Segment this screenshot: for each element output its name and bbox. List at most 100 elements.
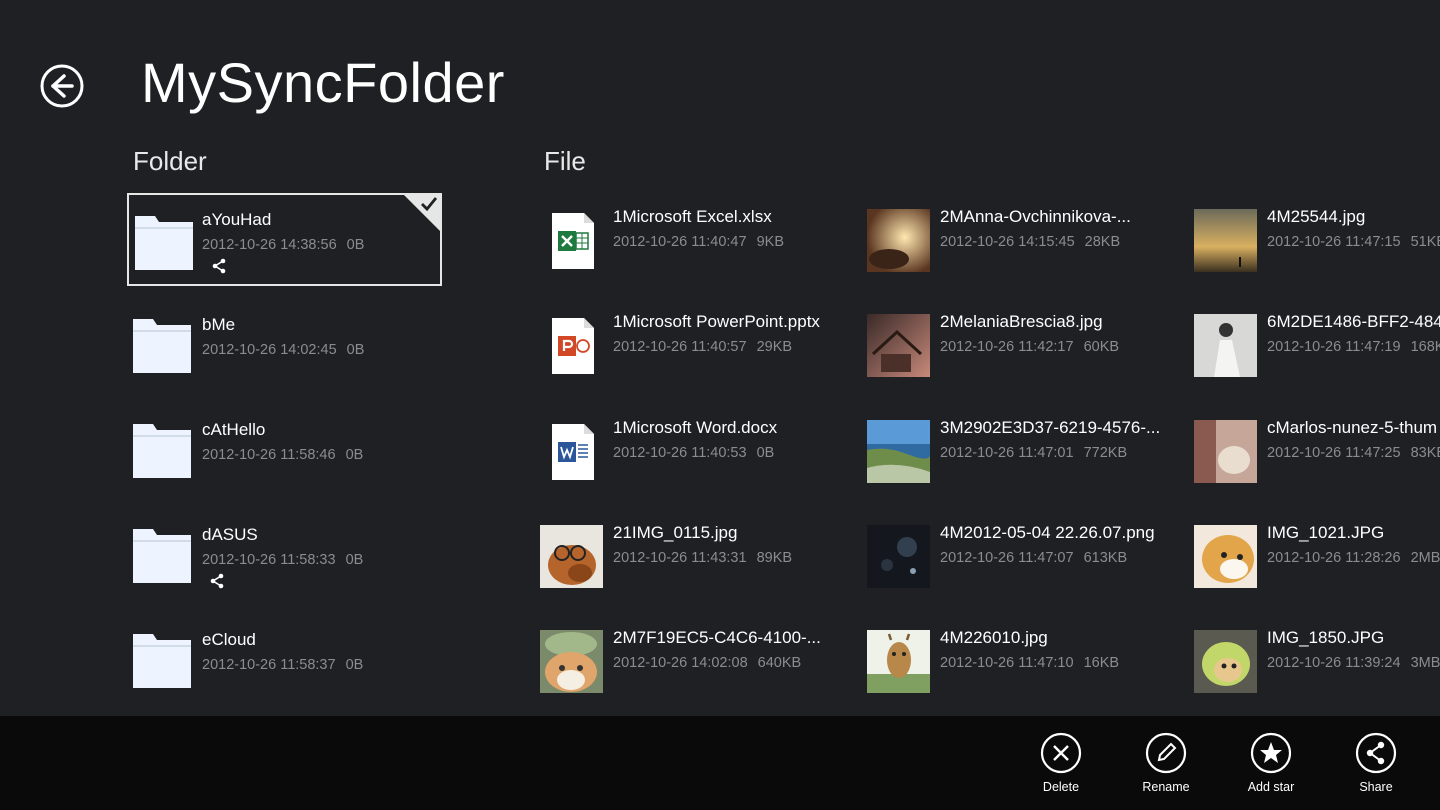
dog-photo-thumbnail <box>540 525 603 588</box>
file-size: 613KB <box>1083 550 1128 566</box>
star-icon <box>1250 732 1292 774</box>
file-date: 2012-10-26 11:39:24 <box>1267 655 1401 671</box>
folder-size: 0B <box>345 657 364 673</box>
delete-button[interactable]: Delete <box>1021 732 1101 810</box>
puppy-photo-thumbnail <box>1194 525 1257 588</box>
file-name: 1Microsoft Excel.xlsx <box>613 207 772 226</box>
folder-meta: 2012-10-26 11:58:33 0B <box>202 552 363 568</box>
file-item-img1021[interactable]: IMG_1021.JPG 2012-10-26 11:28:26 2MB <box>1194 523 1440 589</box>
horizon-photo-thumbnail <box>1194 209 1257 272</box>
file-meta: 2012-10-26 11:43:31 89KB <box>613 550 792 566</box>
folder-date: 2012-10-26 11:58:46 <box>202 447 336 463</box>
file-item-2m7f19[interactable]: 2M7F19EC5-C4C6-4100-... 2012-10-26 14:02… <box>540 628 860 694</box>
file-size: 28KB <box>1084 234 1121 250</box>
file-size: 640KB <box>757 655 802 671</box>
file-date: 2012-10-26 11:42:17 <box>940 339 1074 355</box>
file-date: 2012-10-26 11:40:53 <box>613 445 747 461</box>
file-date: 2012-10-26 11:47:19 <box>1267 339 1401 355</box>
folder-icon <box>135 216 193 270</box>
file-meta: 2012-10-26 11:39:24 3MB <box>1267 655 1440 671</box>
folder-name: bMe <box>202 315 236 334</box>
folder-icon <box>133 529 191 583</box>
file-date: 2012-10-26 11:47:25 <box>1267 445 1401 461</box>
dog-toy-photo-thumbnail <box>1194 630 1257 693</box>
file-item-4m226010[interactable]: 4M226010.jpg 2012-10-26 11:47:10 16KB <box>867 628 1187 694</box>
portrait-photo-thumbnail <box>1194 314 1257 377</box>
file-name: 3M2902E3D37-6219-4576-... <box>940 418 1161 437</box>
checkmark-icon <box>421 197 438 212</box>
folder-icon <box>133 424 191 478</box>
folder-name: cAtHello <box>202 420 266 439</box>
pencil-icon <box>1145 732 1187 774</box>
file-item-cmarlos[interactable]: cMarlos-nunez-5-thum 2012-10-26 11:47:25… <box>1194 418 1440 484</box>
file-name: 2M7F19EC5-C4C6-4100-... <box>613 628 821 647</box>
file-meta: 2012-10-26 14:15:45 28KB <box>940 234 1120 250</box>
file-size: 29KB <box>756 339 793 355</box>
word-icon <box>552 424 594 480</box>
folder-meta: 2012-10-26 11:58:46 0B <box>202 447 363 463</box>
sunset-photo-thumbnail <box>867 209 930 272</box>
file-size: 2MB <box>1410 550 1440 566</box>
file-item-4m25544[interactable]: 4M25544.jpg 2012-10-26 11:47:15 51KB <box>1194 207 1440 273</box>
share-icon <box>1355 732 1397 774</box>
folder-date: 2012-10-26 11:58:33 <box>202 552 336 568</box>
delete-label: Delete <box>1042 780 1080 794</box>
file-date: 2012-10-26 11:47:10 <box>940 655 1074 671</box>
interior-photo-thumbnail <box>1194 420 1257 483</box>
file-date: 2012-10-26 11:40:47 <box>613 234 747 250</box>
file-meta: 2012-10-26 11:40:57 29KB <box>613 339 792 355</box>
delete-icon <box>1040 732 1082 774</box>
folder-size: 0B <box>346 237 365 253</box>
file-name: 2MelaniaBrescia8.jpg <box>940 312 1103 331</box>
file-meta: 2012-10-26 14:02:08 640KB <box>613 655 801 671</box>
file-name: 2MAnna-Ovchinnikova-... <box>940 207 1131 226</box>
folder-item-ecloud[interactable]: eCloud 2012-10-26 11:58:37 0B <box>127 613 442 706</box>
file-meta: 2012-10-26 11:28:26 2MB <box>1267 550 1440 566</box>
file-item-4m2012[interactable]: 4M2012-05-04 22.26.07.png 2012-10-26 11:… <box>867 523 1187 589</box>
file-item-2manna[interactable]: 2MAnna-Ovchinnikova-... 2012-10-26 14:15… <box>867 207 1187 273</box>
folder-name: eCloud <box>202 630 256 649</box>
share-label: Share <box>1359 780 1393 794</box>
rename-button[interactable]: Rename <box>1126 732 1206 810</box>
folder-size: 0B <box>345 447 364 463</box>
file-date: 2012-10-26 11:28:26 <box>1267 550 1401 566</box>
file-date: 2012-10-26 11:47:01 <box>940 445 1074 461</box>
page-title: MySyncFolder <box>141 51 505 114</box>
file-meta: 2012-10-26 11:47:10 16KB <box>940 655 1119 671</box>
file-item-img1850[interactable]: IMG_1850.JPG 2012-10-26 11:39:24 3MB <box>1194 628 1440 694</box>
file-name: 4M25544.jpg <box>1267 207 1366 226</box>
folder-size: 0B <box>345 552 364 568</box>
share-button[interactable]: Share <box>1336 732 1416 810</box>
shared-icon <box>210 573 224 589</box>
file-item-3m2902[interactable]: 3M2902E3D37-6219-4576-... 2012-10-26 11:… <box>867 418 1187 484</box>
add-star-button[interactable]: Add star <box>1231 732 1311 810</box>
file-size: 772KB <box>1083 445 1128 461</box>
folder-item-cathello[interactable]: cAtHello 2012-10-26 11:58:46 0B <box>127 403 442 496</box>
file-meta: 2012-10-26 11:47:15 51KB <box>1267 234 1440 250</box>
file-item-powerpoint[interactable]: 1Microsoft PowerPoint.pptx 2012-10-26 11… <box>540 312 860 378</box>
file-size: 83KB <box>1410 445 1440 461</box>
folder-item-ayouhad[interactable]: aYouHad 2012-10-26 14:38:56 0B <box>127 193 442 286</box>
file-meta: 2012-10-26 11:47:25 83KB <box>1267 445 1440 461</box>
file-item-6m2de1486[interactable]: 6M2DE1486-BFF2-484 2012-10-26 11:47:19 16… <box>1194 312 1440 378</box>
file-item-excel[interactable]: 1Microsoft Excel.xlsx 2012-10-26 11:40:4… <box>540 207 860 273</box>
coast-photo-thumbnail <box>867 420 930 483</box>
night-photo-thumbnail <box>867 525 930 588</box>
file-item-2melania[interactable]: 2MelaniaBrescia8.jpg 2012-10-26 11:42:17… <box>867 312 1187 378</box>
rename-label: Rename <box>1142 780 1190 794</box>
powerpoint-icon <box>552 318 594 374</box>
folder-meta: 2012-10-26 14:02:45 0B <box>202 342 364 358</box>
folder-item-dasus[interactable]: dASUS 2012-10-26 11:58:33 0B <box>127 508 442 601</box>
file-name: 4M2012-05-04 22.26.07.png <box>940 523 1155 542</box>
file-meta: 2012-10-26 11:42:17 60KB <box>940 339 1119 355</box>
folder-date: 2012-10-26 14:02:45 <box>202 342 337 358</box>
back-button[interactable] <box>40 64 84 108</box>
file-meta: 2012-10-26 11:47:19 168KB <box>1267 339 1440 355</box>
file-item-21img[interactable]: 21IMG_0115.jpg 2012-10-26 11:43:31 89KB <box>540 523 860 589</box>
file-meta: 2012-10-26 11:40:53 0B <box>613 445 774 461</box>
app-bar: Delete Rename Add star Share <box>0 716 1440 810</box>
house-photo-thumbnail <box>867 314 930 377</box>
file-size: 51KB <box>1410 234 1440 250</box>
folder-item-bme[interactable]: bMe 2012-10-26 14:02:45 0B <box>127 298 442 391</box>
file-item-word[interactable]: 1Microsoft Word.docx 2012-10-26 11:40:53… <box>540 418 860 484</box>
